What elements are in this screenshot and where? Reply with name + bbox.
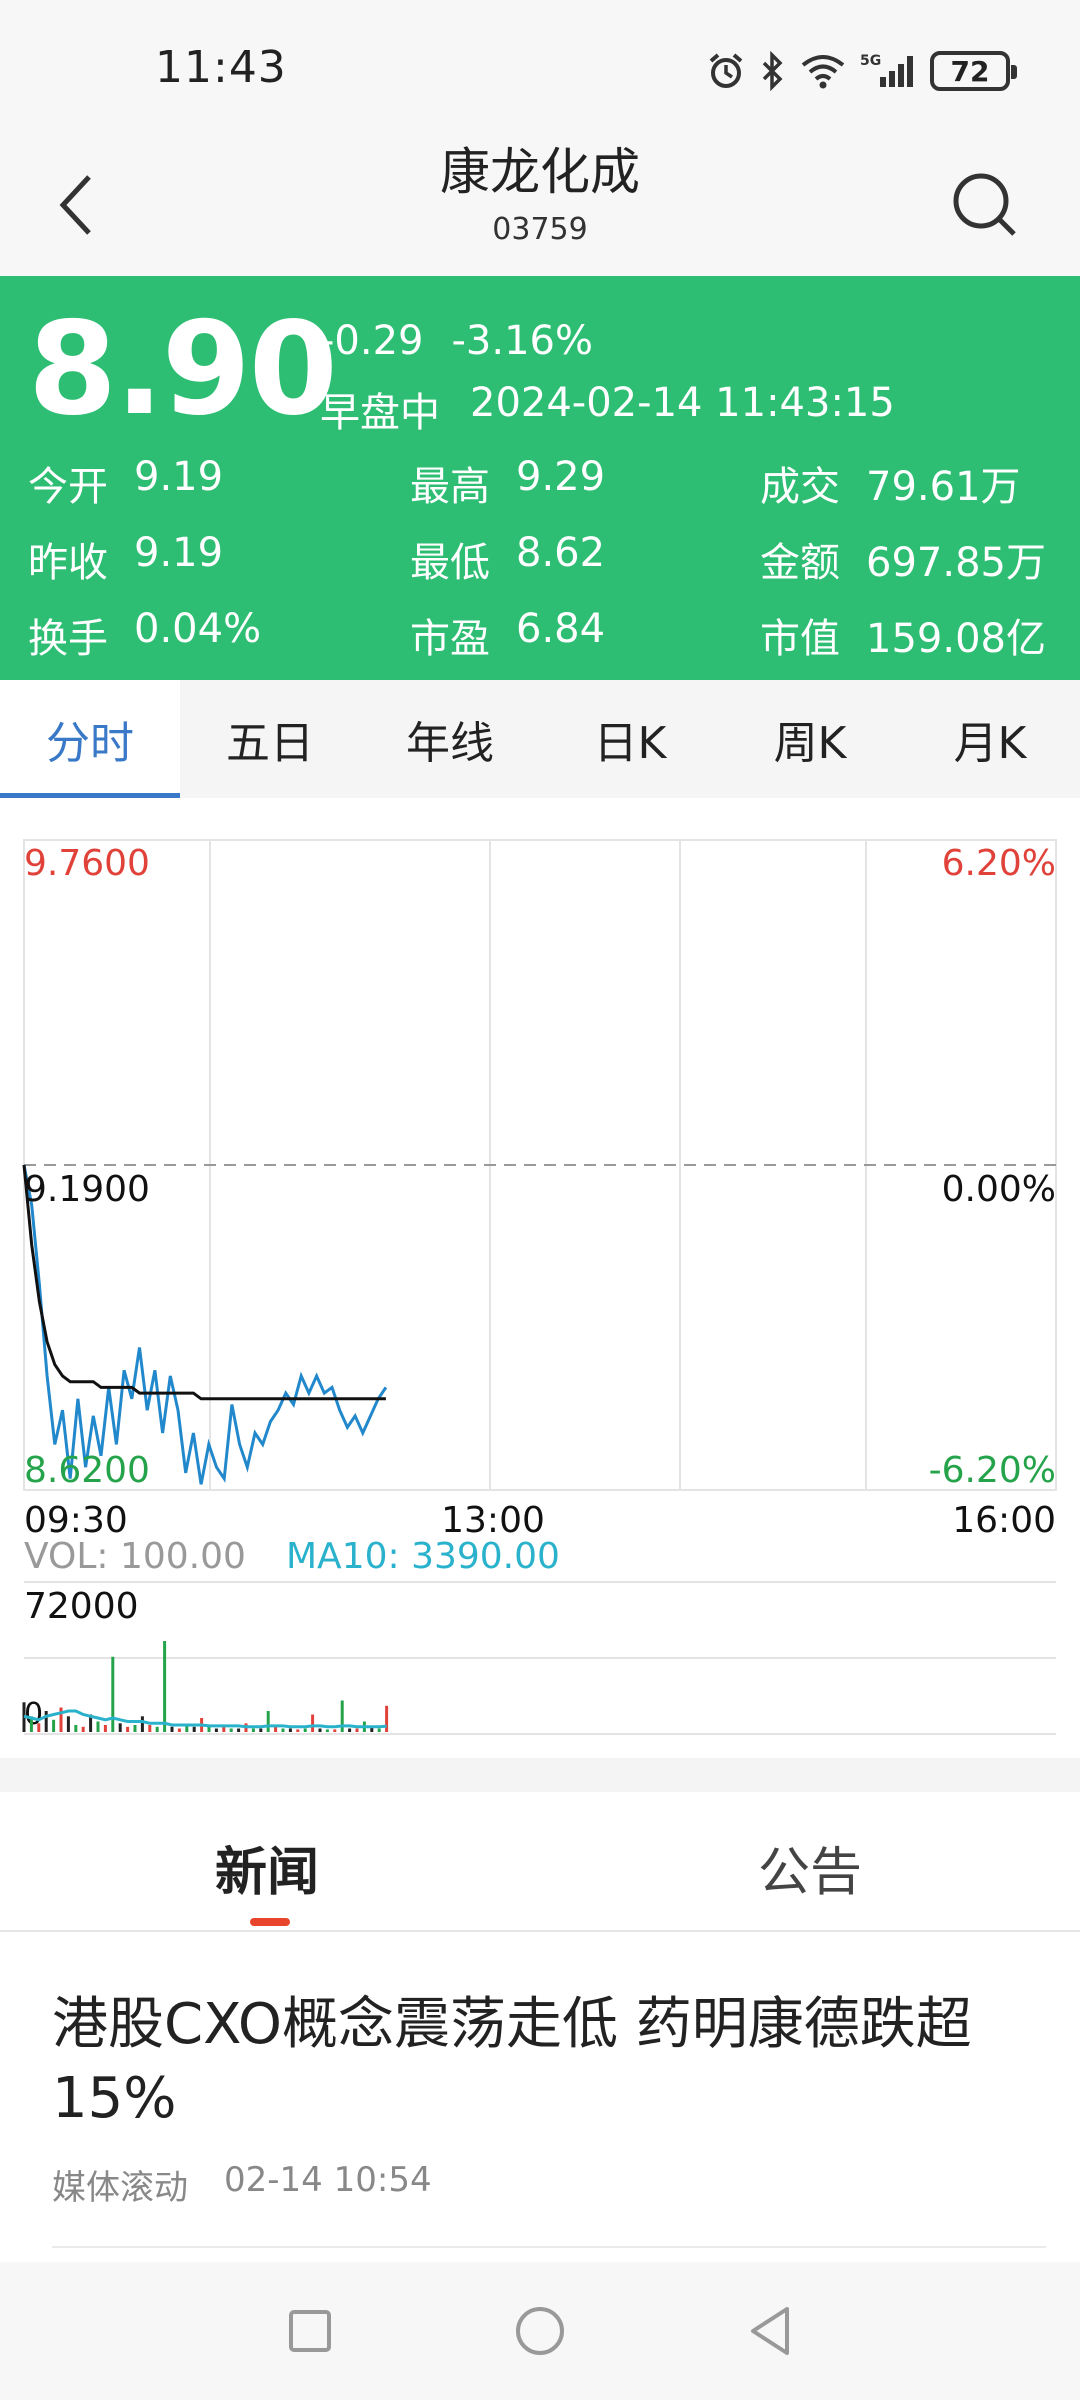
section-divider [0,1758,1080,1792]
system-nav-bar [0,2262,1080,2400]
signal-5g-icon: 5G [860,51,916,91]
current-price: 8.90 [28,295,338,444]
stat-volume: 成交 79.61万 [760,464,1021,510]
recent-apps-button[interactable] [275,2296,345,2366]
volume-bars [22,1641,389,1732]
home-button[interactable] [505,2296,575,2366]
pct-high-label: 6.20% [942,843,1056,884]
stock-name: 康龙化成 [440,143,640,201]
search-button[interactable] [940,160,1030,250]
time-end-label: 16:00 [952,1500,1056,1541]
status-bar: 11:43 5G 72 [0,0,1080,140]
tab-announcements[interactable]: 公告 [758,1830,862,1905]
tab-news[interactable]: 新闻 [215,1830,319,1905]
tab-yearly[interactable]: 年线 [360,680,540,798]
price-line [22,1164,388,1485]
stat-low: 最低 8.62 [410,530,606,586]
stat-open: 今开 9.19 [28,454,224,510]
tab-weekly-k[interactable]: 周K [720,680,900,798]
news-source: 媒体滚动 [52,2168,188,2208]
stat-prev-close: 昨收 9.19 [28,530,224,586]
quote-datetime: 2024-02-14 11:43:15 [470,380,895,426]
change-value: -0.29 [320,318,424,364]
news-title[interactable]: 港股CXO概念震荡走低 药明康德跌超15% [52,1988,1012,2136]
intraday-chart[interactable]: 9.7600 6.20% 9.1900 0.00% 8.6200 -6.20% … [0,798,1080,1758]
square-icon [289,2310,331,2352]
tab-intraday[interactable]: 分时 [0,680,180,798]
circle-icon [516,2307,564,2355]
status-time: 11:43 [155,42,287,93]
time-start-label: 09:30 [24,1500,128,1541]
news-item[interactable]: 港股CXO概念震荡走低 药明康德跌超15% 媒体滚动 02-14 10:54 [0,1932,1080,2252]
quote-panel: 8.90 -0.29 -3.16% 早盘中 2024-02-14 11:43:1… [0,276,1080,680]
tab-daily-k[interactable]: 日K [540,680,720,798]
triangle-back-icon [751,2307,789,2355]
tab-monthly-k[interactable]: 月K [900,680,1080,798]
pct-low-label: -6.20% [929,1450,1056,1491]
ma10-label: MA10: 3390.00 [286,1536,560,1577]
search-icon [953,173,1016,236]
volume-max-label: 72000 [24,1586,139,1627]
session-info: 早盘中 2024-02-14 11:43:15 [320,380,895,438]
chart-svg: 9.7600 6.20% 9.1900 0.00% 8.6200 -6.20% … [22,839,1057,1735]
stat-market-cap: 市值 159.08亿 [760,616,1046,662]
battery-icon: 72 [930,51,1017,91]
chart-period-tabs: 分时 五日 年线 日K 周K 月K [0,680,1080,798]
price-prev-label: 9.1900 [24,1169,150,1210]
stat-turnover-rate: 换手 0.04% [28,606,262,662]
status-icons: 5G 72 [706,46,1017,96]
alarm-icon [706,51,746,91]
price-high-label: 9.7600 [24,843,150,884]
news-tabs: 新闻 公告 [0,1792,1080,1932]
volume-label: VOL: 100.00 [24,1536,246,1577]
session-status: 早盘中 [320,390,440,436]
ma10-line [23,1709,387,1729]
stat-high: 最高 9.29 [410,454,606,510]
pct-zero-label: 0.00% [942,1169,1056,1210]
time-mid-label: 13:00 [441,1500,545,1541]
wifi-icon [800,51,846,91]
news-meta: 媒体滚动 02-14 10:54 [52,2160,432,2209]
price-low-label: 8.6200 [24,1450,150,1491]
back-nav-button[interactable] [735,2296,805,2366]
active-tab-indicator [250,1918,290,1926]
news-time: 02-14 10:54 [224,2160,432,2200]
change-percent: -3.16% [451,318,594,364]
stock-code: 03759 [492,212,588,247]
price-lines [22,1164,388,1485]
svg-text:5G: 5G [860,53,881,69]
stat-pe: 市盈 6.84 [410,606,606,662]
divider [52,2246,1046,2248]
header: 康龙化成 03759 [0,140,1080,276]
bluetooth-icon [760,51,786,91]
stat-turnover-amount: 金额 697.85万 [760,540,1046,586]
tab-five-day[interactable]: 五日 [180,680,360,798]
price-change: -0.29 -3.16% [320,318,593,364]
